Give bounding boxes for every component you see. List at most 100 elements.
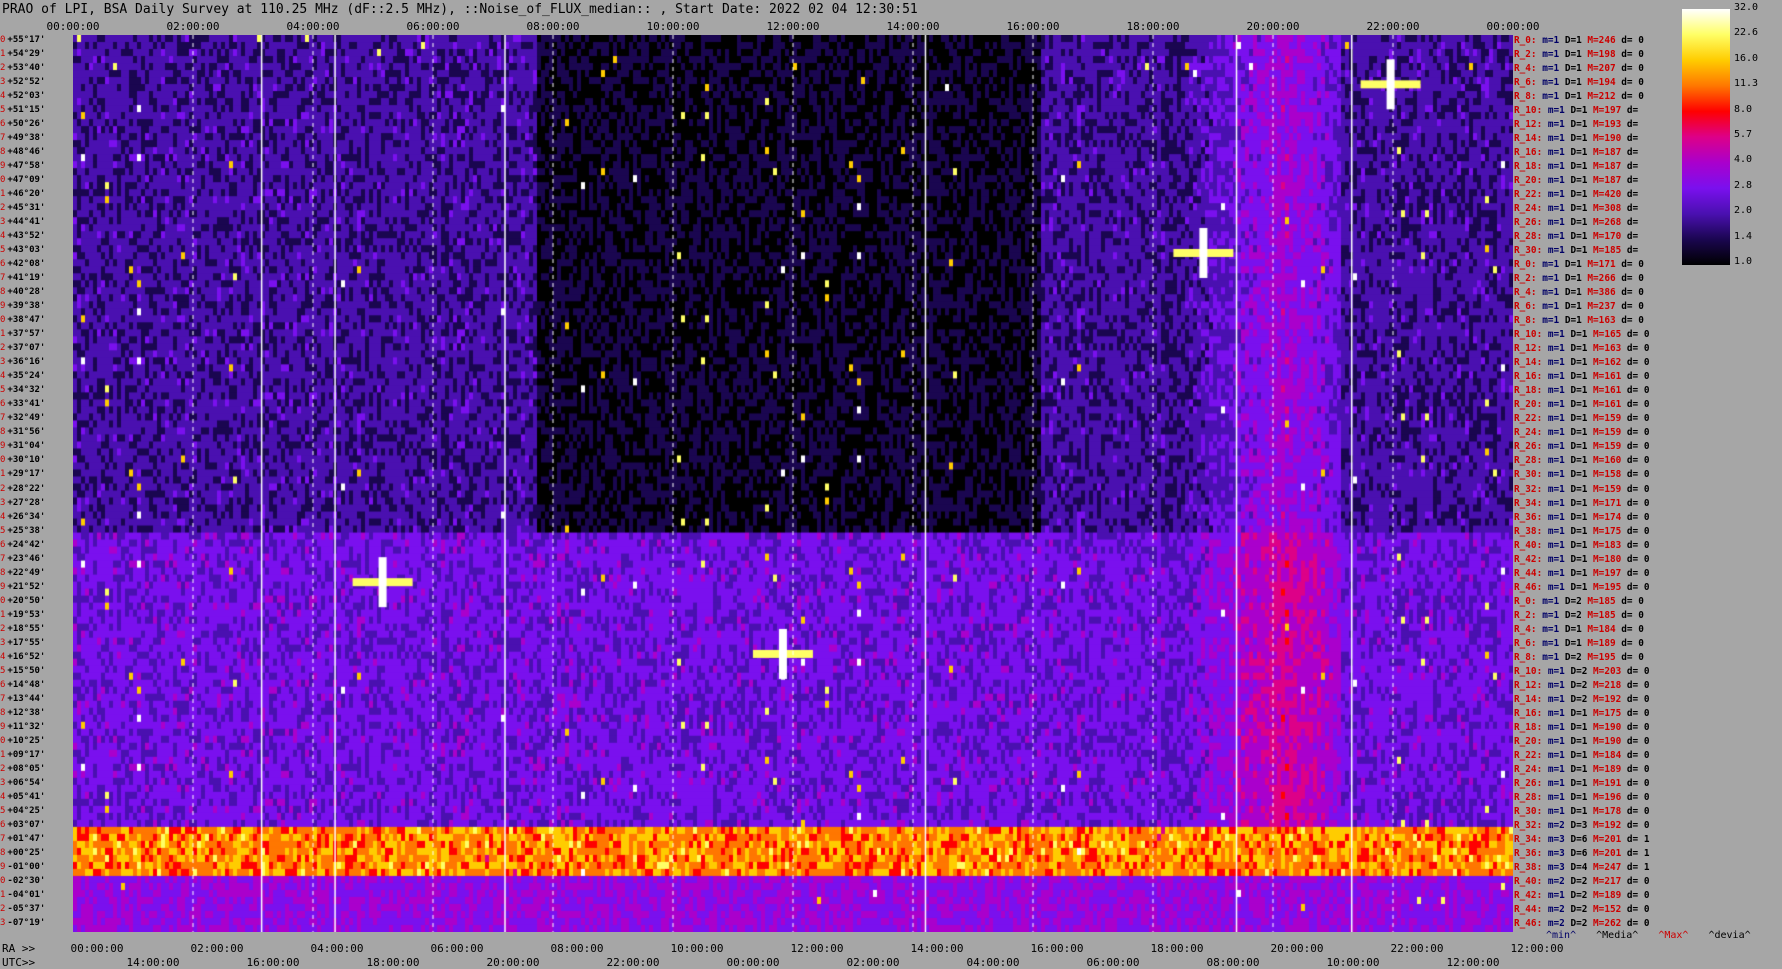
statistics-legend: ^min^ ^Media^ ^Max^ ^devia^ bbox=[1546, 930, 1765, 941]
row-stat: R_2: m=1 D=1 M=266 d= 0 bbox=[1514, 273, 1644, 285]
legend-median: ^Media^ bbox=[1596, 930, 1639, 941]
ra-axis-prefix: RA >> bbox=[2, 942, 36, 955]
declination-label: 6 +42°08' bbox=[0, 259, 46, 270]
colorbar-tick: 1.0 bbox=[1734, 256, 1753, 267]
utc-tick: 06:00:00 bbox=[1086, 956, 1140, 969]
row-stat: R_42: m=1 D=1 M=180 d= 0 bbox=[1514, 553, 1650, 565]
legend-devia: ^devia^ bbox=[1708, 930, 1751, 941]
colorbar-tick: 16.0 bbox=[1734, 52, 1759, 64]
utc-tick: 04:00:00 bbox=[966, 956, 1020, 969]
ra-tick: 12:00:00 bbox=[1510, 942, 1564, 955]
row-stat: R_4: m=1 D=1 M=207 d= 0 bbox=[1514, 63, 1644, 75]
utc-tick: 10:00:00 bbox=[1326, 956, 1380, 969]
row-stat: R_4: m=1 D=1 M=184 d= 0 bbox=[1514, 623, 1644, 635]
row-stat: R_20: m=1 D=1 M=190 d= 0 bbox=[1514, 735, 1650, 747]
row-stat: R_32: m=2 D=3 M=192 d= 0 bbox=[1514, 819, 1650, 831]
ra-tick: 10:00:00 bbox=[670, 942, 724, 955]
declination-axis: 0 +55°17' 1 +54°29' 2 +53°40' 3 +52°52' 4 +52°03'… bbox=[0, 35, 73, 932]
legend-max: ^Max^ bbox=[1658, 930, 1689, 941]
row-stat: R_36: m=1 D=1 M=174 d= 0 bbox=[1514, 511, 1650, 523]
row-stat: R_10: m=1 D=2 M=203 d= 0 bbox=[1514, 665, 1650, 677]
declination-label: 8 +00°25' bbox=[0, 847, 46, 858]
row-stat: R_26: m=1 D=1 M=191 d= 0 bbox=[1514, 777, 1650, 789]
declination-label: 0 +20°50' bbox=[0, 595, 46, 606]
declination-label: 0 +47°09' bbox=[0, 175, 46, 186]
row-stat: R_28: m=1 D=1 M=196 d= 0 bbox=[1514, 791, 1650, 803]
top-time-tick: 00:00:00 bbox=[1486, 20, 1540, 33]
declination-label: 2 +53°40' bbox=[0, 63, 46, 74]
chart-title: PRAO of LPI, BSA Daily Survey at 110.25 … bbox=[2, 2, 918, 17]
row-stat: R_14: m=1 D=2 M=192 d= 0 bbox=[1514, 693, 1650, 705]
utc-tick: 02:00:00 bbox=[846, 956, 900, 969]
declination-label: 3 +36°16' bbox=[0, 357, 46, 368]
row-stat: R_34: m=1 D=1 M=171 d= 0 bbox=[1514, 497, 1650, 509]
top-time-tick: 02:00:00 bbox=[166, 20, 220, 33]
top-time-tick: 10:00:00 bbox=[646, 20, 700, 33]
colorbar bbox=[1682, 9, 1730, 265]
utc-tick: 20:00:00 bbox=[486, 956, 540, 969]
top-time-tick: 00:00:00 bbox=[46, 20, 100, 33]
declination-label: 4 +05°41' bbox=[0, 791, 46, 802]
row-stat: R_32: m=1 D=1 M=159 d= 0 bbox=[1514, 483, 1650, 495]
declination-label: 7 +49°38' bbox=[0, 133, 46, 144]
declination-label: 6 +24°42' bbox=[0, 539, 46, 550]
row-stat: R_38: m=1 D=1 M=175 d= 0 bbox=[1514, 525, 1650, 537]
declination-label: 7 +41°19' bbox=[0, 273, 46, 284]
ra-tick: 18:00:00 bbox=[1150, 942, 1204, 955]
row-stat: R_34: m=3 D=6 M=201 d= 1 bbox=[1514, 833, 1650, 845]
row-stat: R_0: m=1 D=1 M=171 d= 0 bbox=[1514, 259, 1644, 271]
row-stat: R_22: m=1 D=1 M=159 d= 0 bbox=[1514, 413, 1650, 425]
row-stat: R_6: m=1 D=1 M=237 d= 0 bbox=[1514, 301, 1644, 313]
ra-tick: 20:00:00 bbox=[1270, 942, 1324, 955]
declination-label: 7 +01°47' bbox=[0, 833, 46, 844]
declination-label: 0 +55°17' bbox=[0, 35, 46, 45]
declination-label: 2 -05°37' bbox=[0, 903, 46, 914]
ra-tick: 22:00:00 bbox=[1390, 942, 1444, 955]
top-time-tick: 04:00:00 bbox=[286, 20, 340, 33]
declination-label: 9 -01°00' bbox=[0, 861, 46, 872]
row-stat: R_44: m=1 D=1 M=197 d= 0 bbox=[1514, 567, 1650, 579]
ra-tick: 16:00:00 bbox=[1030, 942, 1084, 955]
row-stat: R_46: m=2 D=2 M=262 d= 0 bbox=[1514, 917, 1650, 929]
colorbar-tick: 32.0 bbox=[1734, 2, 1759, 13]
declination-label: 9 +11°32' bbox=[0, 721, 46, 732]
row-stat: R_42: m=1 D=2 M=189 d= 0 bbox=[1514, 889, 1650, 901]
ra-tick: 00:00:00 bbox=[70, 942, 124, 955]
declination-label: 5 +34°32' bbox=[0, 385, 46, 396]
declination-label: 2 +08°05' bbox=[0, 763, 46, 774]
row-statistics-panel: R_0: m=1 D=1 M=246 d= 0 R_2: m=1 D=1 M=1… bbox=[1514, 35, 1684, 932]
row-stat: R_36: m=3 D=6 M=201 d= 1 bbox=[1514, 847, 1650, 859]
utc-tick: 00:00:00 bbox=[726, 956, 780, 969]
declination-label: 5 +15°50' bbox=[0, 665, 46, 676]
top-time-tick: 06:00:00 bbox=[406, 20, 460, 33]
row-stat: R_8: m=1 D=1 M=212 d= 0 bbox=[1514, 91, 1644, 103]
declination-label: 3 +52°52' bbox=[0, 77, 46, 88]
declination-label: 8 +40°28' bbox=[0, 287, 46, 298]
utc-tick: 14:00:00 bbox=[126, 956, 180, 969]
declination-label: 1 +54°29' bbox=[0, 49, 46, 60]
row-stat: R_30: m=1 D=1 M=185 d= bbox=[1514, 245, 1639, 257]
row-stat: R_16: m=1 D=1 M=161 d= 0 bbox=[1514, 371, 1650, 383]
row-stat: R_12: m=1 D=1 M=163 d= 0 bbox=[1514, 343, 1650, 355]
row-stat: R_28: m=1 D=1 M=160 d= 0 bbox=[1514, 455, 1650, 467]
heatmap-canvas bbox=[73, 35, 1513, 932]
declination-label: 3 +27°28' bbox=[0, 497, 46, 508]
row-stat: R_2: m=1 D=2 M=185 d= 0 bbox=[1514, 609, 1644, 621]
top-time-tick: 14:00:00 bbox=[886, 20, 940, 33]
colorbar-tick: 5.7 bbox=[1734, 129, 1753, 140]
row-stat: R_44: m=2 D=2 M=152 d= 0 bbox=[1514, 903, 1650, 915]
row-stat: R_20: m=1 D=1 M=187 d= bbox=[1514, 175, 1639, 187]
declination-label: 9 +47°58' bbox=[0, 161, 46, 172]
declination-label: 9 +21°52' bbox=[0, 581, 46, 592]
row-stat: R_16: m=1 D=1 M=187 d= bbox=[1514, 147, 1639, 159]
colorbar-tick: 22.6 bbox=[1734, 27, 1759, 39]
row-stat: R_18: m=1 D=1 M=187 d= bbox=[1514, 161, 1639, 173]
top-time-tick: 16:00:00 bbox=[1006, 20, 1060, 33]
declination-label: 2 +45°31' bbox=[0, 203, 46, 214]
row-stat: R_10: m=1 D=1 M=197 d= bbox=[1514, 105, 1639, 117]
declination-label: 0 +10°25' bbox=[0, 735, 46, 746]
top-time-tick: 20:00:00 bbox=[1246, 20, 1300, 33]
declination-label: 0 +30°10' bbox=[0, 455, 46, 466]
declination-label: 8 +48°46' bbox=[0, 147, 46, 158]
declination-label: 4 +35°24' bbox=[0, 371, 46, 382]
